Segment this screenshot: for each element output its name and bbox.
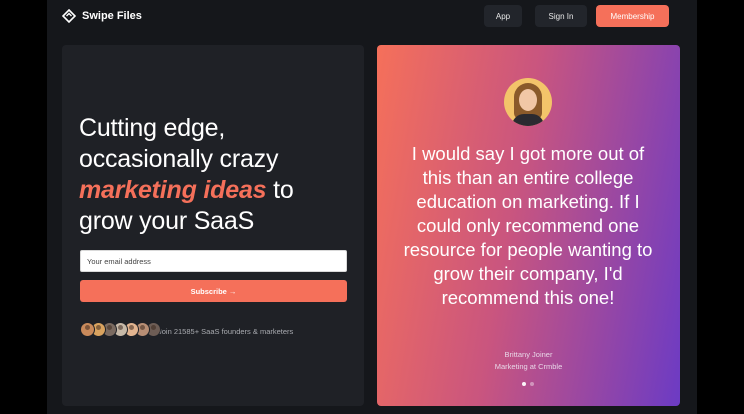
- testimonial-card: I would say I got more out of this than …: [377, 45, 680, 406]
- top-nav: Swipe Files App Sign In Membership: [47, 0, 697, 34]
- subscriber-avatars: [80, 322, 161, 337]
- brand-name: Swipe Files: [82, 10, 142, 22]
- avatar-face: [519, 89, 537, 111]
- brand-logo[interactable]: Swipe Files: [62, 9, 142, 23]
- sign-in-button[interactable]: Sign In: [535, 5, 587, 27]
- email-input[interactable]: [80, 250, 347, 272]
- page-frame: Swipe Files App Sign In Membership Cutti…: [47, 0, 697, 414]
- hero-line-4: grow your SaaS: [79, 207, 255, 235]
- subscriber-avatar: [80, 322, 95, 337]
- subscribe-button[interactable]: Subscribe →: [80, 280, 347, 302]
- carousel-dot[interactable]: [530, 382, 534, 386]
- hero-headline: Cutting edge, occasionally crazy marketi…: [79, 113, 359, 237]
- testimonial-author: Brittany Joiner Marketing at Crmble: [377, 349, 680, 373]
- hero-accent: marketing ideas: [79, 176, 267, 204]
- hero-line-1: Cutting edge,: [79, 114, 226, 142]
- hero-line-3-suffix: to: [266, 176, 294, 204]
- testimonial-avatar: [504, 78, 552, 126]
- hero-line-3: marketing ideas to: [79, 175, 359, 206]
- app-button[interactable]: App: [484, 5, 522, 27]
- signup-card: Cutting edge, occasionally crazy marketi…: [62, 45, 364, 406]
- carousel-dots: [522, 382, 534, 386]
- avatar-body: [512, 114, 544, 126]
- author-name: Brittany Joiner: [504, 350, 553, 359]
- social-proof-text: Join 21585+ SaaS founders & marketers: [158, 327, 294, 336]
- membership-button[interactable]: Membership: [596, 5, 669, 27]
- swipe-files-logo-icon: [62, 9, 76, 23]
- hero-line-2: occasionally crazy: [79, 145, 279, 173]
- carousel-dot[interactable]: [522, 382, 526, 386]
- author-role: Marketing at Crmble: [494, 362, 563, 371]
- testimonial-quote: I would say I got more out of this than …: [403, 143, 653, 308]
